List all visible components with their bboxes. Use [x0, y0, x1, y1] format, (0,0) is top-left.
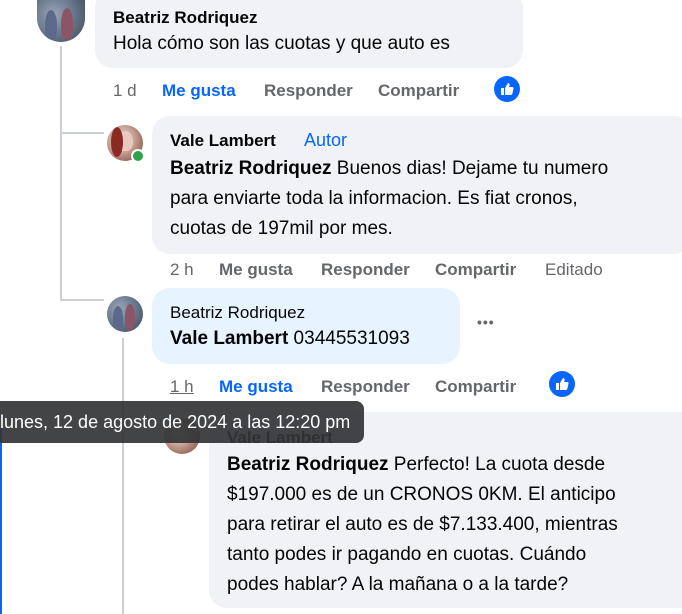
- comment-author[interactable]: Beatriz Rodriquez: [170, 303, 305, 323]
- online-status-icon: [131, 149, 145, 163]
- edited-label: Editado: [545, 260, 603, 279]
- comment-author[interactable]: Vale Lambert: [170, 131, 276, 151]
- author-badge: Autor: [304, 130, 348, 150]
- share-button[interactable]: Compartir: [378, 81, 459, 101]
- timestamp-tooltip: lunes, 12 de agosto de 2024 a las 12:20 …: [0, 401, 365, 443]
- mention-link[interactable]: Vale Lambert: [170, 328, 288, 349]
- comment-text-line: Perfecto! La cuota desde: [388, 454, 606, 475]
- comment-time[interactable]: 1 d: [113, 81, 137, 101]
- comment-text-line: tanto podes ir pagando en cuotas. Cuándo: [227, 544, 587, 565]
- comment-time[interactable]: 1 h: [170, 377, 194, 397]
- reply-button[interactable]: Responder: [264, 81, 353, 101]
- comment-author[interactable]: Beatriz Rodriquez: [113, 8, 258, 28]
- mention-link[interactable]: Beatriz Rodriquez: [170, 158, 332, 179]
- thumbs-up-icon[interactable]: [494, 76, 520, 102]
- avatar[interactable]: [37, 0, 85, 42]
- comment-text: Beatriz Rodriquez Perfecto! La cuota des…: [227, 450, 618, 600]
- comment-text-line: para enviarte toda la informacion. Es fi…: [170, 188, 578, 209]
- thread-line: [122, 338, 124, 614]
- reply-button[interactable]: Responder: [321, 260, 410, 280]
- thread-line: [60, 46, 62, 301]
- comment-text-line: $197.000 es de un CRONOS 0KM. El anticip…: [227, 484, 616, 505]
- like-button[interactable]: Me gusta: [162, 81, 236, 101]
- more-dots-icon[interactable]: •••: [477, 314, 495, 330]
- comment-text-line: cuotas de 197mil por mes.: [170, 218, 393, 239]
- reply-button[interactable]: Responder: [321, 377, 410, 397]
- thread-elbow: [60, 299, 104, 301]
- comment-time[interactable]: 2 h: [170, 260, 194, 280]
- comment-text-line: para retirar el auto es de $7.133.400, m…: [227, 514, 618, 535]
- comment-text: Hola cómo son las cuotas y que auto es: [113, 33, 450, 54]
- like-button[interactable]: Me gusta: [219, 377, 293, 397]
- avatar[interactable]: [107, 296, 143, 332]
- thumbs-up-icon[interactable]: [549, 371, 575, 397]
- comment-text-line: Buenos dias! Dejame tu numero: [331, 158, 609, 179]
- comment-text-line: 03445531093: [288, 328, 410, 349]
- comment-text: Vale Lambert 03445531093: [170, 324, 410, 354]
- like-button[interactable]: Me gusta: [219, 260, 293, 280]
- comment-text-line: podes hablar? A la mañana o a la tarde?: [227, 574, 569, 595]
- left-focus-bar: [0, 428, 2, 614]
- comment-text: Beatriz Rodriquez Buenos dias! Dejame tu…: [170, 154, 608, 244]
- share-button[interactable]: Compartir: [435, 377, 516, 397]
- mention-link[interactable]: Beatriz Rodriquez: [227, 454, 389, 475]
- share-button[interactable]: Compartir: [435, 260, 516, 280]
- thread-elbow: [60, 132, 104, 134]
